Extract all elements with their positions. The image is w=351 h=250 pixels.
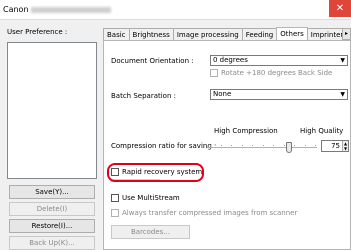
always-transfer-label: Always transfer compressed images from s… — [122, 209, 298, 217]
tab-others[interactable]: Others — [276, 27, 308, 41]
backup-button[interactable]: Back Up(K)... — [9, 236, 95, 250]
spin-arrows-icon[interactable]: ▲ ▼ — [342, 141, 348, 151]
tab-strip: Basic Brightness Image processing Feeding Ot… — [103, 27, 351, 41]
compression-slider-track[interactable] — [207, 147, 317, 148]
window-title-text: Canon — [3, 5, 29, 14]
rotate-label: Rotate +180 degrees Back Side — [221, 69, 333, 77]
rotate-checkbox[interactable]: Rotate +180 degrees Back Side — [210, 69, 332, 77]
compression-spinbox[interactable]: 75 ▲ ▼ — [321, 140, 349, 152]
multistream-checkbox[interactable]: Use MultiStream — [111, 194, 180, 202]
orientation-label: Document Orientation : — [111, 57, 194, 65]
slider-tick — [210, 145, 211, 146]
user-preference-list[interactable] — [7, 42, 97, 179]
blurred-title — [30, 6, 111, 13]
delete-button[interactable]: Delete(I) — [9, 202, 95, 216]
multistream-label: Use MultiStream — [122, 194, 180, 202]
highlight-outline — [107, 163, 204, 182]
slider-tick — [220, 145, 222, 146]
slider-tick — [252, 145, 253, 146]
barcodes-button[interactable]: Barcodes... — [111, 225, 190, 239]
save-button[interactable]: Save(Y)... — [9, 185, 95, 199]
high-compression-label: High Compression — [214, 127, 278, 135]
compression-value: 75 — [331, 142, 340, 150]
batch-select[interactable]: None ▼ — [210, 89, 348, 100]
compression-slider-thumb[interactable] — [286, 142, 292, 153]
always-transfer-checkbox[interactable]: Always transfer compressed images from s… — [111, 209, 297, 217]
slider-tick — [241, 145, 243, 146]
restore-button[interactable]: Restore(I)... — [9, 219, 95, 233]
compression-label: Compression ratio for saving : — [111, 142, 217, 150]
chevron-down-icon: ▼ — [340, 57, 345, 64]
checkbox-box — [210, 69, 218, 77]
checkbox-box — [111, 194, 119, 202]
batch-value: None — [213, 90, 232, 98]
orientation-select[interactable]: 0 degrees ▼ — [210, 55, 348, 66]
window-title: Canon — [3, 5, 111, 14]
orientation-value: 0 degrees — [213, 56, 248, 64]
slider-tick — [273, 145, 274, 146]
user-preference-label: User Preference : — [7, 28, 68, 36]
title-bar: Canon ✕ — [0, 0, 351, 20]
batch-label: Batch Separation : — [111, 92, 176, 100]
slider-tick — [304, 145, 306, 146]
slider-tick — [315, 145, 316, 146]
slider-tick — [262, 145, 264, 146]
high-quality-label: High Quality — [300, 127, 344, 135]
slider-tick — [294, 145, 295, 146]
chevron-down-icon: ▼ — [340, 91, 345, 98]
close-icon[interactable]: ✕ — [329, 0, 351, 17]
slider-tick — [231, 145, 232, 146]
checkbox-box — [111, 209, 119, 217]
slider-tick — [283, 145, 285, 146]
tab-scroll-right-icon[interactable]: ▸ — [342, 28, 351, 40]
